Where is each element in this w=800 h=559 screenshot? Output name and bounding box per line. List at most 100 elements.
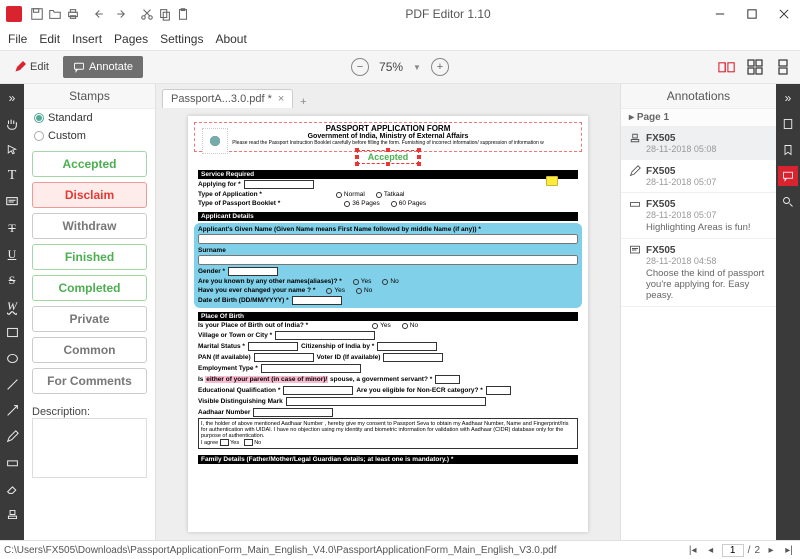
citizenship-field[interactable] (377, 342, 437, 351)
stamp-withdraw[interactable]: Withdraw (32, 213, 147, 239)
folder-icon[interactable] (46, 5, 64, 23)
ecr-field[interactable] (486, 386, 511, 395)
redo-icon[interactable] (110, 5, 128, 23)
stamp-disclaim[interactable]: Disclaim (32, 182, 147, 208)
radio-changed-yes[interactable]: Yes (326, 287, 345, 294)
annotation-item[interactable]: FX505 28-11-2018 05:08 (621, 127, 776, 160)
voter-field[interactable] (383, 353, 443, 362)
surname-field[interactable] (198, 255, 578, 265)
stamp-common[interactable]: Common (32, 337, 147, 363)
hand-tool-icon[interactable] (2, 114, 22, 134)
ellipse-tool-icon[interactable] (2, 348, 22, 368)
edu-field[interactable] (283, 386, 353, 395)
page-number-input[interactable] (722, 544, 744, 557)
given-name-field[interactable] (198, 234, 578, 244)
cut-icon[interactable] (138, 5, 156, 23)
prev-page-button[interactable]: ◂ (704, 545, 718, 556)
stamp-for-comments[interactable]: For Comments (32, 368, 147, 394)
stamp-accepted[interactable]: Accepted (32, 151, 147, 177)
area-highlight-icon[interactable] (2, 452, 22, 472)
stamp-private[interactable]: Private (32, 306, 147, 332)
strikeout-tool-icon[interactable]: S (2, 270, 22, 290)
highlight-text-icon[interactable]: T (2, 218, 22, 238)
annotate-mode-button[interactable]: Annotate (63, 56, 143, 78)
employment-field[interactable] (261, 364, 361, 373)
new-tab-button[interactable]: + (293, 96, 313, 108)
mark-field[interactable] (286, 397, 486, 406)
menu-settings[interactable]: Settings (160, 32, 203, 46)
parent-field[interactable] (435, 375, 460, 384)
text-tool-icon[interactable]: T (2, 166, 22, 186)
aadhaar-field[interactable] (253, 408, 333, 417)
zoom-in-button[interactable]: + (431, 58, 449, 76)
radio-pob-no[interactable]: No (402, 322, 418, 329)
copy-icon[interactable] (156, 5, 174, 23)
search-icon[interactable] (778, 192, 798, 212)
stamp-tool-icon[interactable] (2, 504, 22, 524)
note-tool-icon[interactable] (2, 192, 22, 212)
maximize-icon[interactable] (736, 0, 768, 28)
menu-file[interactable]: File (8, 32, 27, 46)
village-field[interactable] (275, 331, 375, 340)
radio-tatkaal[interactable]: Tatkaal (376, 191, 405, 198)
menu-edit[interactable]: Edit (39, 32, 60, 46)
menu-about[interactable]: About (215, 32, 246, 46)
squiggly-tool-icon[interactable]: W (2, 296, 22, 316)
gender-field[interactable] (228, 267, 278, 276)
annotation-item[interactable]: FX505 28-11-2018 05:07 (621, 160, 776, 193)
edit-mode-button[interactable]: Edit (6, 57, 57, 77)
stamps-mode-standard[interactable]: Standard (24, 109, 155, 127)
radio-alias-no[interactable]: No (382, 278, 398, 285)
undo-icon[interactable] (92, 5, 110, 23)
pencil-tool-icon[interactable] (2, 426, 22, 446)
zoom-level[interactable]: 75% (379, 60, 403, 75)
print-icon[interactable] (64, 5, 82, 23)
menu-insert[interactable]: Insert (72, 32, 102, 46)
paste-icon[interactable] (174, 5, 192, 23)
radio-36pages[interactable]: 36 Pages (344, 200, 379, 207)
thumbnails-icon[interactable] (778, 114, 798, 134)
close-icon[interactable] (768, 0, 800, 28)
grid-view-icon[interactable] (744, 58, 766, 76)
next-page-button[interactable]: ▸ (764, 545, 778, 556)
collapse-right-icon[interactable]: » (778, 88, 798, 108)
continuous-view-icon[interactable] (772, 58, 794, 76)
radio-changed-no[interactable]: No (356, 287, 372, 294)
first-page-button[interactable]: |◂ (686, 545, 700, 556)
bookmarks-icon[interactable] (778, 140, 798, 160)
pan-field[interactable] (254, 353, 314, 362)
radio-normal[interactable]: Normal (336, 191, 365, 198)
last-page-button[interactable]: ▸| (782, 545, 796, 556)
dob-field[interactable] (292, 296, 342, 305)
underline-tool-icon[interactable]: U (2, 244, 22, 264)
arrow-tool-icon[interactable] (2, 400, 22, 420)
expand-left-icon[interactable]: » (2, 88, 22, 108)
save-icon[interactable] (28, 5, 46, 23)
rectangle-tool-icon[interactable] (2, 322, 22, 342)
line-tool-icon[interactable] (2, 374, 22, 394)
minimize-icon[interactable] (704, 0, 736, 28)
radio-60pages[interactable]: 60 Pages (391, 200, 426, 207)
sticky-note-annotation[interactable] (546, 176, 558, 186)
applying-for-field[interactable] (244, 180, 314, 189)
cursor-tool-icon[interactable] (2, 140, 22, 160)
annotation-item[interactable]: FX505 28-11-2018 05:07 Highlighting Area… (621, 193, 776, 239)
tab-close-icon[interactable]: × (278, 93, 284, 105)
text-highlight-annotation[interactable]: either of your parent (in case of minor)… (205, 376, 328, 383)
area-highlight-annotation[interactable]: Applicant's Given Name (Given Name means… (194, 223, 582, 308)
description-input[interactable] (32, 418, 147, 478)
zoom-dropdown-icon[interactable]: ▼ (413, 63, 421, 72)
stamp-finished[interactable]: Finished (32, 244, 147, 270)
eraser-tool-icon[interactable] (2, 478, 22, 498)
annotations-tab-icon[interactable] (778, 166, 798, 186)
stamps-mode-custom[interactable]: Custom (24, 127, 155, 145)
placed-stamp[interactable]: Accepted (357, 150, 420, 164)
menu-pages[interactable]: Pages (114, 32, 148, 46)
document-tab[interactable]: PassportA...3.0.pdf * × (162, 89, 293, 108)
radio-alias-yes[interactable]: Yes (353, 278, 372, 285)
page-viewport[interactable]: PASSPORT APPLICATION FORM Government of … (156, 108, 620, 540)
radio-pob-yes[interactable]: Yes (372, 322, 391, 329)
zoom-out-button[interactable]: − (351, 58, 369, 76)
stamp-completed[interactable]: Completed (32, 275, 147, 301)
marital-field[interactable] (248, 342, 298, 351)
